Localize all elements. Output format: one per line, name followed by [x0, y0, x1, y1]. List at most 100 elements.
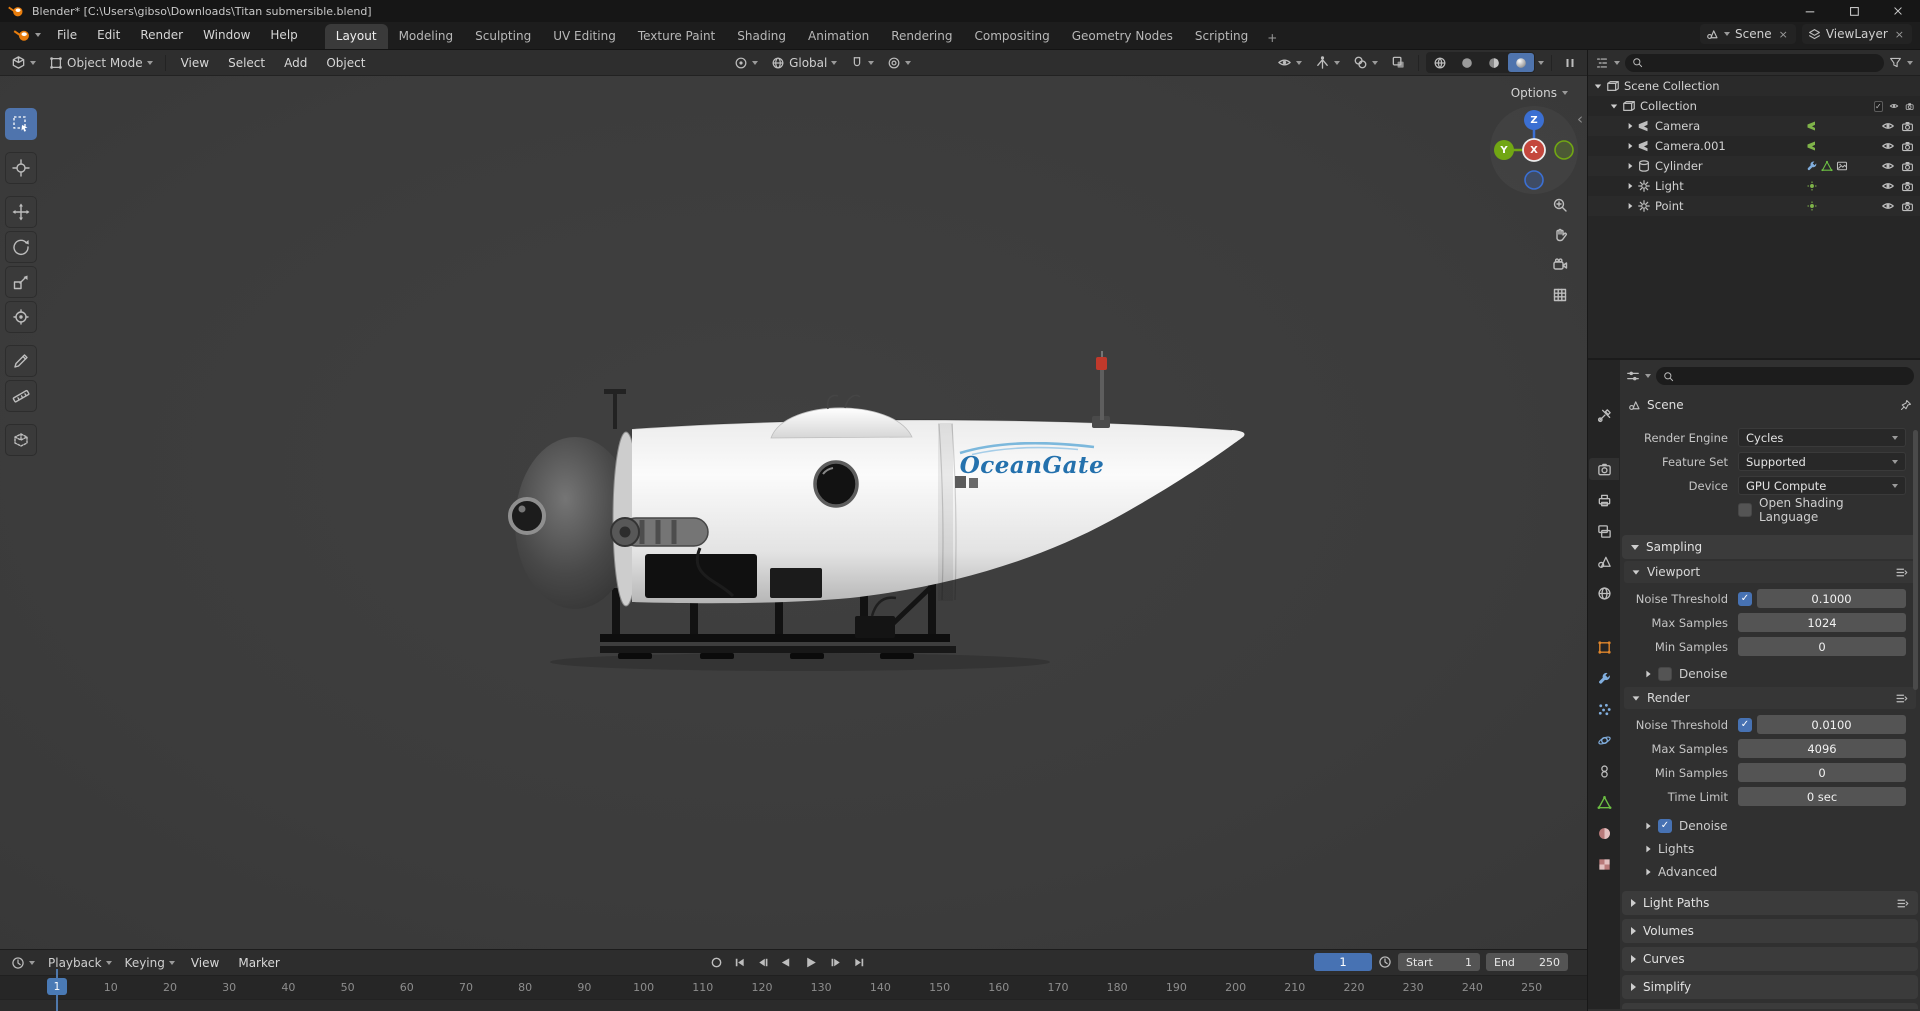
menu-render[interactable]: Render [131, 25, 192, 45]
start-frame-field[interactable]: Start 1 [1398, 953, 1480, 971]
keying-menu[interactable]: Keying [120, 953, 180, 973]
chevron-down-icon[interactable] [1645, 374, 1651, 378]
tab-object-properties[interactable] [1589, 636, 1619, 658]
filter-icon[interactable] [1889, 56, 1902, 69]
tab-tool[interactable] [1589, 404, 1619, 426]
toggle-ortho-icon[interactable] [1547, 282, 1573, 308]
render-visibility-icon[interactable] [1901, 120, 1914, 133]
timeline-editor-type-button[interactable] [6, 953, 40, 973]
viewport-max-samples-field[interactable]: 1024 [1738, 613, 1906, 632]
advanced-header[interactable]: Advanced [1620, 860, 1920, 883]
motion-blur-section-header[interactable]: Motion Blur [1622, 1003, 1918, 1009]
outliner-row-camera-001[interactable]: Camera.001 [1588, 136, 1920, 156]
menu-help[interactable]: Help [261, 25, 306, 45]
tab-physics-properties[interactable] [1589, 729, 1619, 751]
render-visibility-icon[interactable] [1901, 180, 1914, 193]
tab-output-properties[interactable] [1589, 489, 1619, 511]
expand-arrow-icon[interactable] [1628, 123, 1633, 129]
menu-file[interactable]: File [48, 25, 86, 45]
expand-arrow-icon[interactable] [1628, 143, 1633, 149]
snapping-toggle[interactable] [845, 53, 879, 73]
tab-viewlayer-properties[interactable] [1589, 520, 1619, 542]
outliner-row-cylinder[interactable]: Cylinder [1588, 156, 1920, 176]
render-max-samples-field[interactable]: 4096 [1738, 739, 1906, 758]
volumes-section-header[interactable]: Volumes [1622, 919, 1918, 943]
3d-viewport[interactable]: OceanGate Options ‹ Z Y X [0, 76, 1587, 949]
xray-toggle[interactable] [1386, 53, 1411, 73]
tool-add-cube[interactable] [5, 424, 37, 456]
hide-eye-icon[interactable] [1881, 159, 1895, 173]
render-visibility-icon[interactable] [1901, 160, 1914, 173]
axis-z-negative-ball[interactable] [1524, 170, 1544, 190]
expand-arrow-icon[interactable] [1628, 203, 1633, 209]
tab-layout[interactable]: Layout [324, 24, 388, 49]
tool-scale[interactable] [5, 266, 37, 298]
sampling-section-header[interactable]: Sampling [1622, 535, 1918, 559]
tab-uv-editing[interactable]: UV Editing [542, 24, 627, 49]
hide-eye-icon[interactable] [1881, 199, 1895, 213]
playback-menu[interactable]: Playback [43, 953, 117, 973]
timeline-view-menu[interactable]: View [183, 954, 227, 972]
render-subsection-header[interactable]: Render [1624, 687, 1916, 709]
next-keyframe-button[interactable] [826, 952, 847, 972]
render-engine-dropdown[interactable]: Cycles [1738, 428, 1906, 447]
device-dropdown[interactable]: GPU Compute [1738, 476, 1906, 495]
overlays-dropdown[interactable] [1348, 53, 1383, 73]
editor-type-button[interactable] [6, 53, 41, 73]
render-visibility-icon[interactable] [1901, 140, 1914, 153]
camera-view-icon[interactable] [1547, 252, 1573, 278]
expand-arrow-icon[interactable] [1610, 104, 1618, 108]
navigation-gizmo[interactable]: Z Y X [1488, 104, 1580, 196]
hide-eye-icon[interactable] [1881, 139, 1895, 153]
close-button[interactable] [1876, 0, 1920, 22]
tool-cursor[interactable] [5, 152, 37, 184]
tab-geometry-nodes[interactable]: Geometry Nodes [1061, 24, 1184, 49]
prev-keyframe-button[interactable] [752, 952, 773, 972]
menu-select[interactable]: Select [220, 54, 273, 72]
render-denoise-checkbox[interactable] [1658, 818, 1672, 833]
curves-section-header[interactable]: Curves [1622, 947, 1918, 971]
tab-animation[interactable]: Animation [797, 24, 880, 49]
chevron-down-icon[interactable] [1614, 60, 1620, 65]
light-paths-section-header[interactable]: Light Paths [1622, 891, 1918, 915]
presets-icon[interactable] [1895, 692, 1908, 705]
object-type-visibility-dropdown[interactable] [1272, 53, 1307, 73]
properties-search-input[interactable] [1656, 367, 1914, 385]
render-denoise-header[interactable]: Denoise [1620, 814, 1920, 837]
maximize-button[interactable] [1832, 0, 1876, 22]
viewport-options-button[interactable]: Options [1504, 83, 1575, 103]
outliner-editor-icon[interactable] [1595, 56, 1609, 70]
outliner-row-camera[interactable]: Camera [1588, 116, 1920, 136]
transform-pivot-dropdown[interactable] [729, 53, 763, 73]
preview-range-clock-icon[interactable] [1378, 955, 1392, 969]
tab-particle-properties[interactable] [1589, 698, 1619, 720]
scene-selector[interactable]: Scene × [1700, 24, 1796, 44]
unlink-viewlayer-icon[interactable]: × [1893, 28, 1906, 41]
render-visibility-icon[interactable] [1901, 200, 1914, 213]
tab-texture-paint[interactable]: Texture Paint [627, 24, 726, 49]
tab-material-properties[interactable] [1589, 822, 1619, 844]
simplify-section-header[interactable]: Simplify [1622, 975, 1918, 999]
tool-annotate[interactable] [5, 345, 37, 377]
tab-render-properties[interactable] [1589, 458, 1619, 480]
tab-sculpting[interactable]: Sculpting [464, 24, 542, 49]
menu-object[interactable]: Object [318, 54, 373, 72]
play-reverse-button[interactable] [775, 952, 796, 972]
tab-modeling[interactable]: Modeling [388, 24, 465, 49]
tab-modifier-properties[interactable] [1589, 667, 1619, 689]
timeline-tracks[interactable] [0, 999, 1587, 1011]
outliner-row-point[interactable]: Point [1588, 196, 1920, 216]
chevron-down-icon[interactable] [1907, 60, 1913, 65]
shading-rendered-button[interactable] [1508, 53, 1534, 72]
viewport-noise-threshold-field[interactable]: 0.1000 [1757, 589, 1906, 608]
play-button[interactable] [798, 952, 824, 972]
tool-rotate[interactable] [5, 231, 37, 263]
outliner-search-input[interactable] [1625, 53, 1884, 72]
shading-material-button[interactable] [1481, 53, 1507, 72]
timeline-ruler[interactable]: 10 20 30 40 50 60 70 80 90 100 110 120 130 140 150 160 1… [0, 975, 1587, 999]
presets-icon[interactable] [1896, 897, 1909, 910]
auto-keying-record-button[interactable] [706, 952, 727, 972]
osl-checkbox[interactable] [1738, 502, 1752, 517]
tool-measure[interactable] [5, 380, 37, 412]
shading-solid-button[interactable] [1454, 53, 1480, 72]
